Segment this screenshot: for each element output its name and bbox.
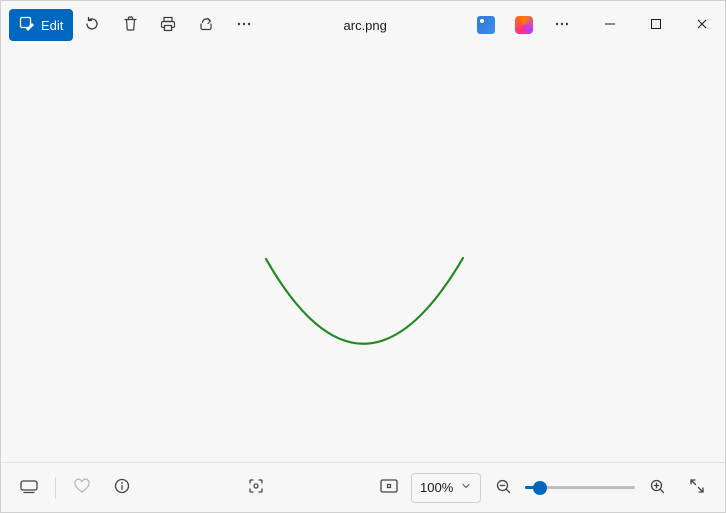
zoom-in-button[interactable] <box>639 470 675 506</box>
zoom-slider[interactable] <box>525 478 635 498</box>
title-right-group <box>467 6 725 44</box>
zoom-level-label: 100% <box>420 480 453 495</box>
share-icon <box>197 15 215 36</box>
more-horizontal-icon <box>554 16 570 35</box>
photos-app-icon <box>477 16 495 34</box>
minimize-icon <box>604 18 616 33</box>
image-content <box>1 49 725 462</box>
fullscreen-button[interactable] <box>679 470 715 506</box>
edit-with-clipchamp-button[interactable] <box>505 6 543 44</box>
close-icon <box>696 18 708 33</box>
edit-image-icon <box>19 16 35 35</box>
zoom-level-dropdown[interactable]: 100% <box>411 473 481 503</box>
info-icon <box>113 477 131 498</box>
info-button[interactable] <box>104 470 140 506</box>
window-controls <box>587 6 725 44</box>
print-button[interactable] <box>149 6 187 44</box>
print-icon <box>159 15 177 36</box>
zoom-in-icon <box>649 478 666 498</box>
minimize-button[interactable] <box>587 6 633 44</box>
fullscreen-icon <box>688 477 706 498</box>
window-title: arc.png <box>263 18 467 33</box>
zoom-out-button[interactable] <box>485 470 521 506</box>
statusbar: 100% <box>1 462 725 512</box>
fit-window-icon <box>379 478 399 497</box>
edit-with-photos-button[interactable] <box>467 6 505 44</box>
zoom-out-icon <box>495 478 512 498</box>
trash-icon <box>122 15 139 35</box>
rotate-icon <box>83 15 101 36</box>
image-canvas[interactable] <box>1 49 725 462</box>
clipchamp-icon <box>515 16 533 34</box>
more-toolbar-button[interactable] <box>225 6 263 44</box>
filmstrip-icon <box>19 478 39 497</box>
share-button[interactable] <box>187 6 225 44</box>
filmstrip-toggle-button[interactable] <box>11 470 47 506</box>
maximize-icon <box>650 18 662 33</box>
titlebar: Edit <box>1 1 725 49</box>
maximize-button[interactable] <box>633 6 679 44</box>
photos-window: Edit <box>0 0 726 513</box>
favorite-button[interactable] <box>64 470 100 506</box>
edit-button-label: Edit <box>41 18 63 33</box>
chevron-down-icon <box>460 480 472 495</box>
delete-button[interactable] <box>111 6 149 44</box>
more-apps-button[interactable] <box>543 6 581 44</box>
slider-thumb[interactable] <box>533 481 547 495</box>
heart-icon <box>73 477 91 498</box>
fit-to-window-button[interactable] <box>371 470 407 506</box>
divider <box>55 477 56 499</box>
scan-icon <box>247 477 265 498</box>
rotate-button[interactable] <box>73 6 111 44</box>
close-button[interactable] <box>679 6 725 44</box>
scan-ocr-button[interactable] <box>238 470 274 506</box>
edit-button[interactable]: Edit <box>9 9 73 41</box>
more-horizontal-icon <box>236 16 252 35</box>
